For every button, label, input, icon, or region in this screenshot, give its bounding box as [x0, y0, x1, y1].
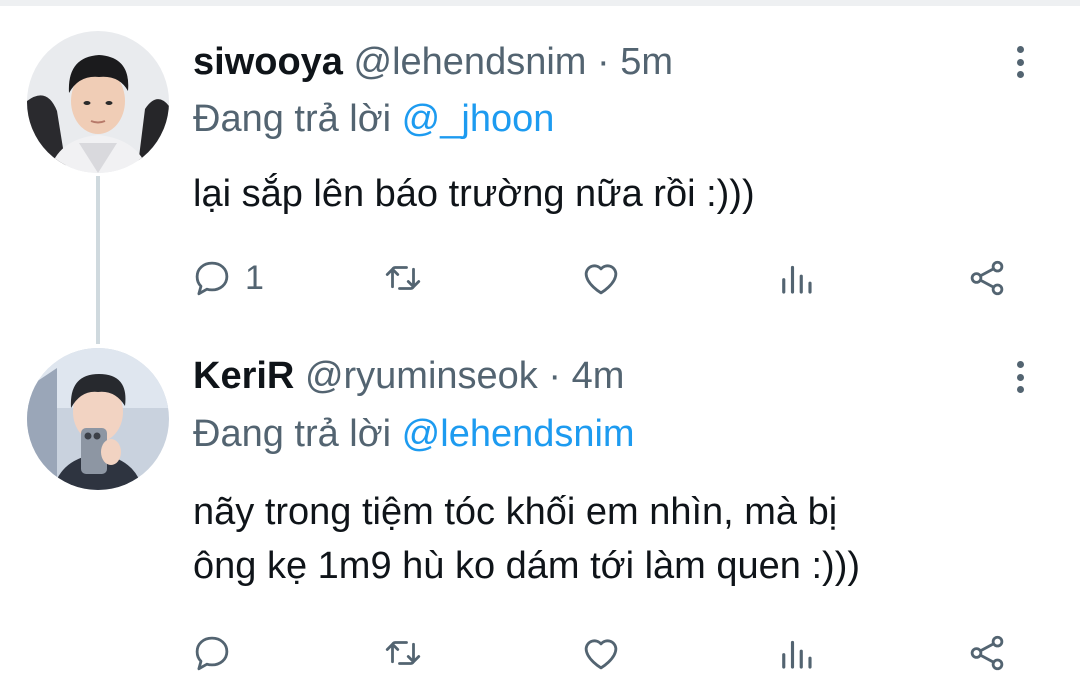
reply-button[interactable]: 1: [191, 253, 264, 303]
more-vertical-icon: [1016, 361, 1024, 368]
action-bar: [0, 628, 1080, 678]
share-icon: [970, 635, 1004, 671]
separator-dot: ·: [597, 41, 610, 83]
reply-count: 1: [245, 258, 264, 297]
avatar[interactable]: [27, 348, 169, 490]
retweet-button[interactable]: [382, 628, 424, 678]
avatar[interactable]: [27, 31, 169, 173]
views-button[interactable]: [775, 253, 817, 303]
retweet-icon: [385, 266, 421, 290]
views-icon: [782, 265, 812, 294]
user-handle[interactable]: @ryuminseok: [305, 355, 538, 397]
replying-to-mention[interactable]: @lehendsnim: [402, 413, 635, 455]
like-icon: [584, 264, 618, 295]
tweet-header: siwooya @lehendsnim · 5m: [193, 36, 673, 88]
action-bar: 1: [0, 253, 1080, 303]
tweet[interactable]: siwooya @lehendsnim · 5m Đang trả lời @_…: [0, 0, 1080, 345]
tweet-text: nãy trong tiệm tóc khối em nhìn, mà bị ô…: [193, 485, 1053, 593]
share-button[interactable]: [966, 253, 1008, 303]
replying-to: Đang trả lời @lehendsnim: [193, 409, 635, 459]
user-handle[interactable]: @lehendsnim: [354, 41, 587, 83]
display-name[interactable]: KeriR: [193, 355, 294, 397]
more-options-button[interactable]: [1008, 42, 1032, 82]
replying-to: Đang trả lời @_jhoon: [193, 94, 554, 144]
reply-button[interactable]: [191, 628, 245, 678]
tweet-text-line: ông kẹ 1m9 hù ko dám tới làm quen :))): [193, 545, 861, 587]
replying-to-label: Đang trả lời: [193, 413, 392, 455]
tweet-text: lại sắp lên báo trường nữa rồi :))): [193, 167, 1053, 221]
more-options-button[interactable]: [1008, 357, 1032, 397]
like-button[interactable]: [580, 253, 622, 303]
separator-dot: ·: [548, 355, 562, 397]
tweet-header: KeriR @ryuminseok · 4m: [193, 350, 624, 402]
more-vertical-icon: [1016, 46, 1024, 53]
tweet-text-line: lại sắp lên báo trường nữa rồi :))): [193, 173, 755, 215]
views-button[interactable]: [775, 628, 817, 678]
views-icon: [782, 640, 812, 669]
like-button[interactable]: [580, 628, 622, 678]
tweet-text-line: nãy trong tiệm tóc khối em nhìn, mà bị: [193, 491, 838, 533]
replying-to-label: Đang trả lời: [193, 98, 392, 140]
reply-icon: [195, 636, 229, 671]
reply-icon: [195, 261, 229, 296]
share-icon: [970, 260, 1004, 296]
timestamp[interactable]: 5m: [620, 41, 673, 83]
like-icon: [584, 639, 618, 670]
timestamp[interactable]: 4m: [572, 355, 625, 397]
retweet-icon: [385, 641, 421, 665]
retweet-button[interactable]: [382, 253, 424, 303]
replying-to-mention[interactable]: @_jhoon: [402, 98, 555, 140]
share-button[interactable]: [966, 628, 1008, 678]
tweet[interactable]: KeriR @ryuminseok · 4m Đang trả lời @leh…: [0, 345, 1080, 696]
display-name[interactable]: siwooya: [193, 41, 343, 83]
